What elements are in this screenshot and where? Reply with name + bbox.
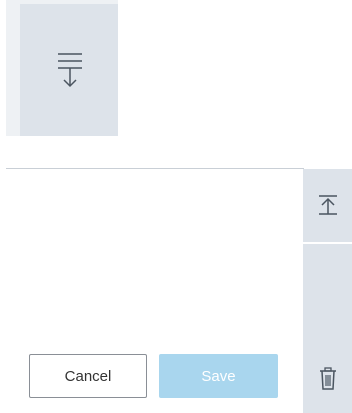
side-rail xyxy=(303,169,352,413)
expand-down-lines-icon xyxy=(58,53,82,88)
editor-stage: Cancel Save xyxy=(0,0,352,413)
cancel-button[interactable]: Cancel xyxy=(29,354,147,398)
save-button[interactable]: Save xyxy=(159,354,278,398)
trash-icon xyxy=(320,367,336,390)
delete-button[interactable] xyxy=(316,366,340,392)
section-divider xyxy=(6,168,304,169)
collapsed-panel xyxy=(6,0,118,136)
collapsed-panel-inner xyxy=(20,4,118,136)
collapse-button[interactable] xyxy=(316,192,340,218)
collapse-up-icon xyxy=(319,195,337,215)
rail-separator xyxy=(303,242,352,244)
expand-button[interactable] xyxy=(55,51,85,91)
